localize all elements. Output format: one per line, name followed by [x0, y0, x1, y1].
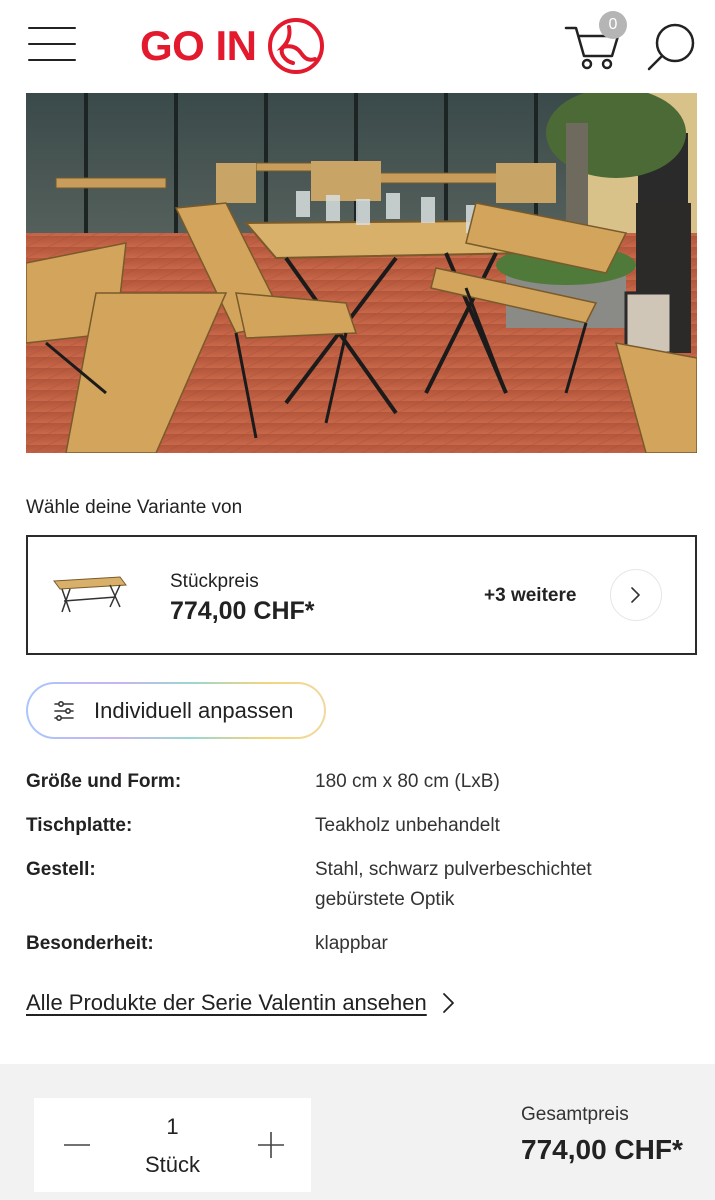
purchase-bar: 1 Stück Gesamtpreis 774,00 CHF*	[0, 1064, 715, 1200]
cart-count-badge: 0	[599, 11, 627, 39]
table-thumbnail-icon	[53, 576, 127, 613]
header: GO IN 0	[0, 0, 715, 92]
total-price-value: 774,00 CHF*	[521, 1134, 683, 1165]
product-photo-icon	[26, 93, 697, 453]
logo[interactable]: GO IN	[140, 16, 325, 76]
more-variants-text: +3 weitere	[484, 585, 577, 606]
spec-value-line2: gebürstete Optik	[315, 889, 455, 910]
spec-value: klappbar	[315, 933, 388, 954]
menu-icon[interactable]	[28, 26, 76, 64]
variant-selector[interactable]: Stückpreis 774,00 CHF* +3 weitere	[26, 535, 697, 655]
sliders-icon	[54, 700, 74, 721]
search-icon[interactable]	[646, 22, 696, 72]
spec-key: Besonderheit:	[26, 933, 154, 954]
unit-price-value: 774,00 CHF*	[170, 597, 315, 625]
variant-next-button[interactable]	[610, 569, 662, 621]
quantity-stepper: 1 Stück	[34, 1098, 311, 1192]
chevron-right-icon	[442, 993, 454, 1013]
spec-key: Gestell:	[26, 859, 96, 880]
series-link-label: Alle Produkte der Serie Valentin ansehen	[26, 990, 427, 1015]
spec-value: Teakholz unbehandelt	[315, 815, 500, 836]
customize-button[interactable]: Individuell anpassen	[26, 682, 326, 739]
total-price-label: Gesamtpreis	[521, 1104, 629, 1125]
plus-icon[interactable]	[256, 1130, 286, 1160]
unit-price-label: Stückpreis	[170, 571, 259, 592]
spec-value: 180 cm x 80 cm (LxB)	[315, 771, 500, 792]
spec-value: Stahl, schwarz pulverbeschichtet	[315, 859, 592, 880]
product-image[interactable]	[26, 93, 697, 453]
spec-key: Größe und Form:	[26, 771, 182, 792]
chevron-right-icon	[631, 587, 640, 603]
series-link[interactable]: Alle Produkte der Serie Valentin ansehen	[26, 990, 457, 1016]
logo-text: GO IN	[140, 22, 257, 69]
logo-mark-icon	[267, 18, 324, 74]
spec-key: Tischplatte:	[26, 815, 133, 836]
customize-label: Individuell anpassen	[94, 697, 294, 723]
variant-heading: Wähle deine Variante von	[26, 497, 243, 518]
